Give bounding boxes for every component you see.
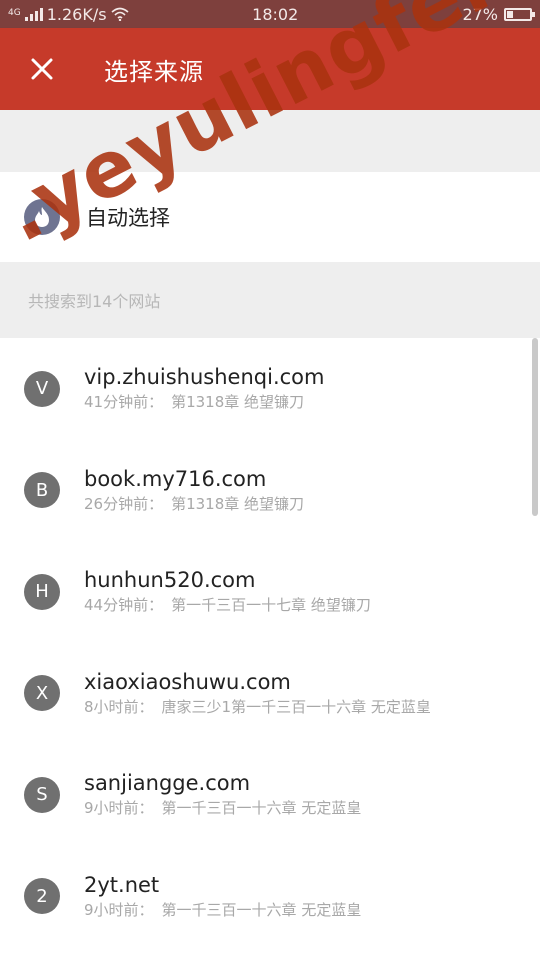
source-avatar: V [24,370,60,407]
close-button[interactable] [10,37,74,101]
network-speed: 1.26K/s [46,4,107,24]
source-domain: book.my716.com [84,466,267,491]
source-item[interactable]: B book.my716.com 26分钟前： 第1318章 绝望镰刀 [0,440,540,542]
source-time: 8小时前： [84,697,154,716]
section-header: 共搜索到14个网站 [0,262,540,338]
source-domain: xiaoxiaoshuwu.com [84,669,291,694]
close-icon [31,58,53,80]
source-text: sanjiangge.com 9小时前： 第一千三百一十六章 无定蓝皇 [84,771,361,818]
source-latest: 41分钟前： 第1318章 绝望镰刀 [84,391,324,412]
source-item[interactable]: S sanjiangge.com 9小时前： 第一千三百一十六章 无定蓝皇 [0,744,540,846]
source-domain: sanjiangge.com [84,771,251,796]
source-latest: 9小时前： 第一千三百一十六章 无定蓝皇 [84,899,361,920]
source-avatar: S [24,776,60,813]
battery-percent: 27% [462,4,498,24]
source-text: xiaoxiaoshuwu.com 8小时前： 唐家三少1第一千三百一十六章 无定… [84,670,431,717]
source-item[interactable]: V vip.zhuishushenqi.com 41分钟前： 第1318章 绝望镰… [0,338,540,440]
source-chapter: 第1318章 绝望镰刀 [171,494,305,513]
source-avatar: B [24,472,60,509]
source-chapter: 第1318章 绝望镰刀 [171,393,305,412]
source-text: book.my716.com 26分钟前： 第1318章 绝望镰刀 [84,467,304,514]
source-latest: 44分钟前： 第一千三百一十七章 绝望镰刀 [84,594,371,615]
battery-icon [504,7,535,21]
signal-icon [24,7,43,21]
source-text: 2yt.net 9小时前： 第一千三百一十六章 无定蓝皇 [84,873,361,920]
toolbar: 选择来源 [0,28,540,110]
source-list: V vip.zhuishushenqi.com 41分钟前： 第1318章 绝望镰… [0,338,540,947]
source-item[interactable]: 2 2yt.net 9小时前： 第一千三百一十六章 无定蓝皇 [0,846,540,948]
source-domain: 2yt.net [84,872,160,897]
top-spacer [0,110,540,172]
source-avatar: X [24,675,60,712]
source-text: vip.zhuishushenqi.com 41分钟前： 第1318章 绝望镰刀 [84,365,324,412]
source-time: 9小时前： [84,900,154,919]
source-avatar: H [24,573,60,610]
status-time: 18:02 [252,4,299,24]
auto-select-label: 自动选择 [86,206,170,230]
status-left: 4G 1.26K/s [8,5,208,24]
source-domain: hunhun520.com [84,568,256,593]
source-text: hunhun520.com 44分钟前： 第一千三百一十七章 绝望镰刀 [84,568,371,615]
source-domain: vip.zhuishushenqi.com [84,365,325,390]
source-time: 41分钟前： [84,393,164,412]
source-item[interactable]: H hunhun520.com 44分钟前： 第一千三百一十七章 绝望镰刀 [0,541,540,643]
wifi-icon [111,7,129,21]
source-item[interactable]: X xiaoxiaoshuwu.com 8小时前： 唐家三少1第一千三百一十六章 … [0,643,540,745]
auto-select-row[interactable]: 自动选择 [0,172,540,262]
signal-label: 4G [8,7,21,18]
source-time: 26分钟前： [84,494,164,513]
source-chapter: 唐家三少1第一千三百一十六章 无定蓝皇 [161,697,431,716]
source-time: 9小时前： [84,799,154,818]
source-latest: 9小时前： 第一千三百一十六章 无定蓝皇 [84,797,361,818]
source-latest: 26分钟前： 第1318章 绝望镰刀 [84,493,304,514]
status-bar: 4G 1.26K/s 18:02 27% [0,0,540,28]
battery-fill [507,10,513,18]
page-title: 选择来源 [104,57,204,86]
screen: 4G 1.26K/s 18:02 27% 选择来源 自动选择 共搜索到14个网站… [0,0,540,960]
status-right: 27% [462,4,535,24]
source-chapter: 第一千三百一十六章 无定蓝皇 [161,799,362,818]
source-time: 44分钟前： [84,596,164,615]
source-chapter: 第一千三百一十六章 无定蓝皇 [161,900,362,919]
source-avatar: 2 [24,878,60,915]
source-chapter: 第一千三百一十七章 绝望镰刀 [171,596,371,615]
flame-icon [24,199,60,235]
scrollbar[interactable] [532,338,538,516]
source-latest: 8小时前： 唐家三少1第一千三百一十六章 无定蓝皇 [84,696,431,717]
